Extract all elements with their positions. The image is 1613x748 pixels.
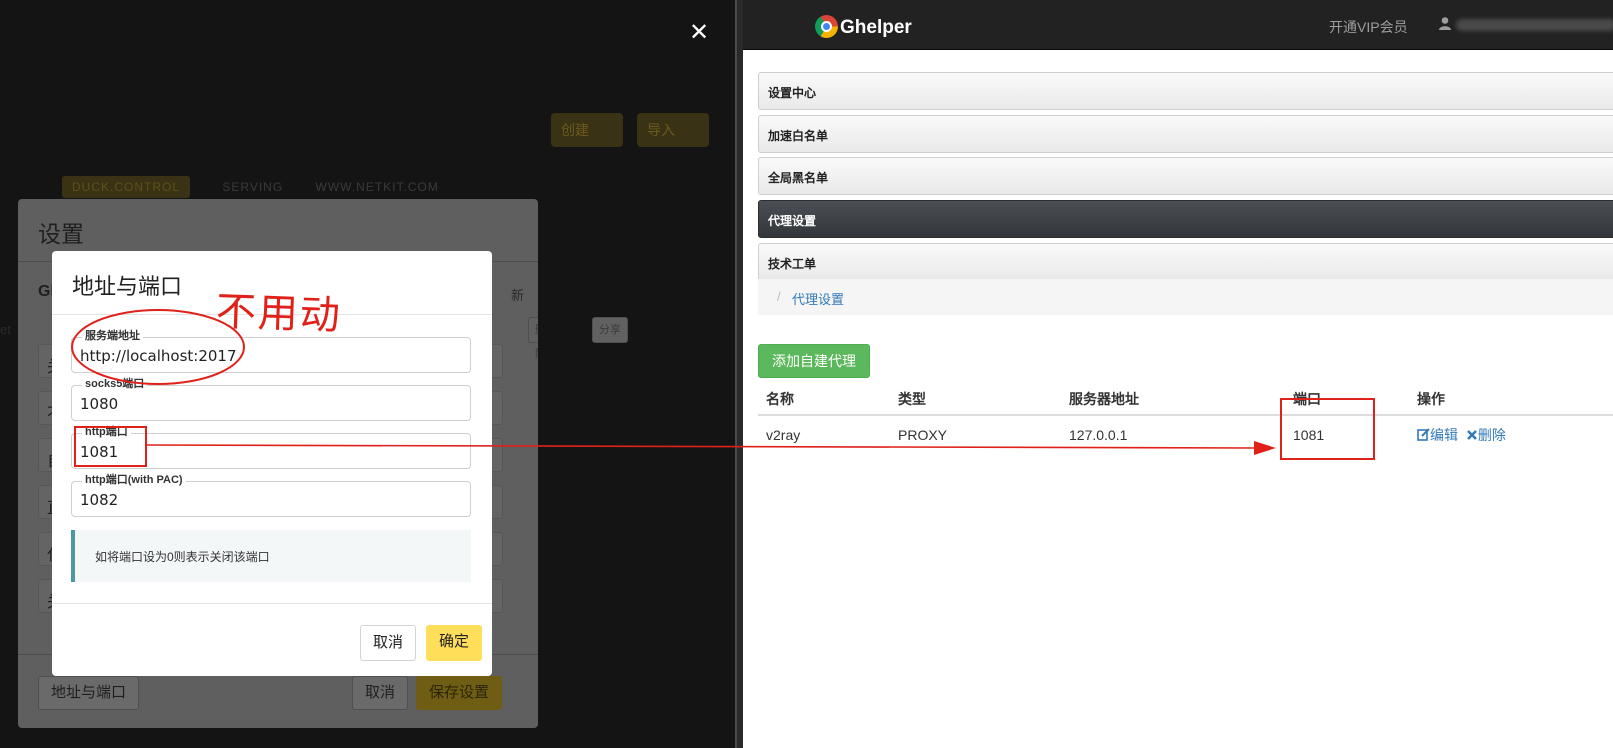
- http-pac-port-input[interactable]: [80, 491, 460, 509]
- bg-tab: DUCK.CONTROL: [62, 176, 191, 198]
- cancel-button[interactable]: 取消: [360, 625, 417, 661]
- breadcrumb: / 代理设置: [758, 279, 1613, 315]
- http-port-field: http端口: [71, 425, 471, 469]
- cell-port: 1081: [1293, 426, 1325, 443]
- save-settings-button[interactable]: 保存设置: [416, 676, 503, 710]
- table-row: v2ray PROXY 127.0.0.1 1081 编辑 删除: [758, 415, 1613, 453]
- chrome-logo-icon: [815, 15, 838, 38]
- left-pane: 创建 导入 DUCK.CONTROL SERVING WWW.NETKIT.CO…: [0, 0, 735, 748]
- menu-item-tech-ticket[interactable]: 技术工单: [758, 243, 1613, 281]
- menu-item-blacklist[interactable]: 全局黑名单: [758, 157, 1613, 195]
- add-custom-proxy-button[interactable]: 添加自建代理: [758, 344, 870, 378]
- cell-actions: 编辑 删除: [1409, 415, 1613, 453]
- brand-name[interactable]: Ghelper: [840, 17, 912, 39]
- edge-text: et: [0, 322, 11, 337]
- http-port-input[interactable]: [80, 443, 460, 461]
- cell-name: v2ray: [766, 426, 801, 443]
- bg-tabs: DUCK.CONTROL SERVING WWW.NETKIT.COM: [62, 176, 467, 198]
- column-header-name: 名称: [758, 383, 890, 416]
- breadcrumb-current[interactable]: 代理设置: [792, 289, 844, 308]
- bg-tab: SERVING: [222, 180, 284, 194]
- server-address-field: 服务端地址: [71, 329, 471, 373]
- server-address-input[interactable]: [80, 347, 460, 365]
- settings-title: 设置: [38, 221, 84, 247]
- address-port-button[interactable]: 地址与端口: [38, 676, 140, 710]
- menu-item-proxy-settings[interactable]: 代理设置: [758, 200, 1613, 238]
- delete-link[interactable]: 删除: [1462, 427, 1506, 443]
- edit-link[interactable]: 编辑: [1417, 427, 1462, 443]
- settings-right-label: 新: [510, 288, 524, 303]
- info-note-text: 如将端口设为0则表示关闭该端口: [95, 550, 270, 564]
- cell-type: PROXY: [898, 426, 948, 443]
- field-label: http端口(with PAC): [82, 473, 186, 487]
- socks5-port-input[interactable]: [80, 395, 460, 413]
- pane-divider: [735, 0, 743, 748]
- cell-server: 127.0.0.1: [1069, 426, 1128, 443]
- ghelper-pane: Ghelper 开通VIP会员 设置中心 加速白名单 全局黑名单 代理设置 技术…: [743, 0, 1613, 748]
- user-icon: [1439, 17, 1451, 30]
- delete-icon: [1466, 429, 1477, 440]
- share-button[interactable]: 分享: [592, 317, 628, 343]
- dialog-title: 地址与端口: [72, 274, 183, 299]
- field-label: http端口: [82, 425, 131, 439]
- column-header-type: 类型: [890, 383, 1061, 416]
- edit-icon: [1417, 427, 1430, 441]
- menu-item-whitelist[interactable]: 加速白名单: [758, 115, 1613, 153]
- socks5-port-field: socks5端口: [71, 377, 471, 421]
- field-label: 服务端地址: [82, 329, 143, 343]
- settings-cancel-button[interactable]: 取消: [352, 676, 409, 710]
- annotation-note: 不用动: [215, 288, 343, 340]
- top-navbar: Ghelper 开通VIP会员: [743, 0, 1613, 50]
- column-header-server: 服务器地址: [1061, 383, 1285, 416]
- bg-create-button: 创建: [551, 113, 623, 147]
- http-pac-port-field: http端口(with PAC): [71, 473, 471, 517]
- menu-item-settings-center[interactable]: 设置中心: [758, 72, 1613, 110]
- confirm-button[interactable]: 确定: [426, 625, 483, 661]
- bg-import-button: 导入: [637, 113, 709, 147]
- column-header-port: 端口: [1285, 383, 1409, 416]
- column-header-actions: 操作: [1409, 383, 1613, 416]
- divider: [52, 603, 492, 604]
- vip-link[interactable]: 开通VIP会员: [1329, 17, 1408, 37]
- settings-delete-button[interactable]: 删除: [528, 317, 538, 360]
- bg-tab: WWW.NETKIT.COM: [315, 180, 439, 194]
- user-email-blurred[interactable]: [1456, 19, 1613, 31]
- close-icon[interactable]: ✕: [686, 20, 712, 46]
- proxy-table: 名称 类型 服务器地址 端口 操作 v2ray PROXY 127.0.0.1 …: [758, 383, 1613, 453]
- info-note: 如将端口设为0则表示关闭该端口: [71, 530, 471, 582]
- table-header-row: 名称 类型 服务器地址 端口 操作: [758, 383, 1613, 416]
- field-label: socks5端口: [82, 377, 148, 391]
- breadcrumb-separator: /: [777, 289, 781, 304]
